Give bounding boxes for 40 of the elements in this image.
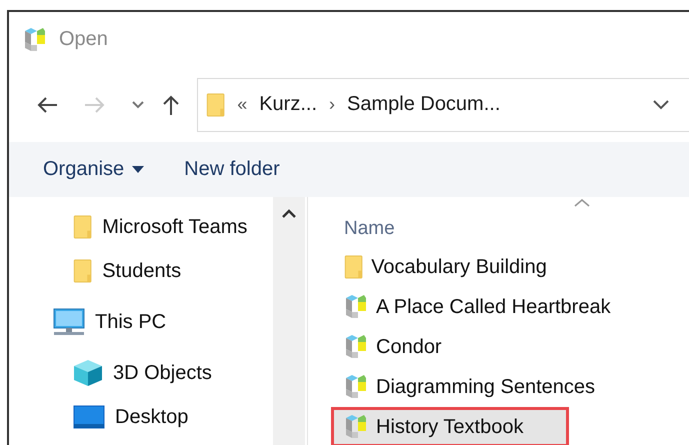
forward-arrow-icon — [84, 96, 106, 114]
cube-icon — [73, 359, 103, 387]
sidebar-item[interactable]: 3D Objects — [9, 351, 273, 395]
column-header[interactable]: Name — [334, 211, 689, 247]
sidebar-item[interactable]: Microsoft Teams — [9, 205, 273, 249]
chevron-down-icon[interactable] — [653, 100, 669, 110]
document-icon — [344, 374, 368, 400]
toolbar-button[interactable]: Organise — [43, 158, 144, 182]
window-title: Open — [59, 28, 108, 52]
up-arrow-icon — [161, 94, 181, 116]
address-bar[interactable]: « Kurz... › Sample Docum... — [197, 78, 689, 132]
chevron-down-icon — [132, 100, 144, 109]
file-row[interactable]: Condor — [331, 327, 661, 367]
sidebar-item[interactable]: This PC — [9, 293, 273, 351]
desktop-icon — [73, 405, 105, 429]
folder-icon — [73, 259, 92, 283]
document-icon — [344, 414, 368, 440]
back-arrow-icon — [36, 96, 58, 114]
path-segment[interactable]: Sample Docum... — [347, 93, 500, 116]
file-row[interactable]: History Textbook — [331, 407, 569, 445]
file-row[interactable]: A Place Called Heartbreak — [331, 287, 661, 327]
folder-icon — [344, 255, 364, 279]
toolbar-button[interactable]: New folder — [184, 158, 280, 182]
computer-icon — [53, 308, 85, 336]
folder-icon — [73, 215, 92, 239]
scrollbar[interactable] — [273, 197, 305, 445]
sidebar-item[interactable]: Desktop — [9, 395, 273, 439]
sort-caret-icon — [574, 199, 590, 207]
document-icon — [344, 334, 368, 360]
folder-icon — [206, 92, 226, 117]
file-row[interactable]: Diagramming Sentences — [331, 367, 661, 407]
path-separator[interactable]: › — [329, 94, 335, 116]
caret-icon — [132, 166, 144, 174]
sidebar-item[interactable]: Students — [9, 249, 273, 293]
scroll-up-icon[interactable] — [282, 209, 296, 218]
document-icon — [344, 294, 368, 320]
file-row[interactable]: Vocabulary Building — [331, 247, 661, 287]
overflow-chevron[interactable]: « — [237, 94, 248, 116]
app-icon — [23, 26, 47, 53]
path-segment[interactable]: Kurz... — [259, 93, 317, 116]
